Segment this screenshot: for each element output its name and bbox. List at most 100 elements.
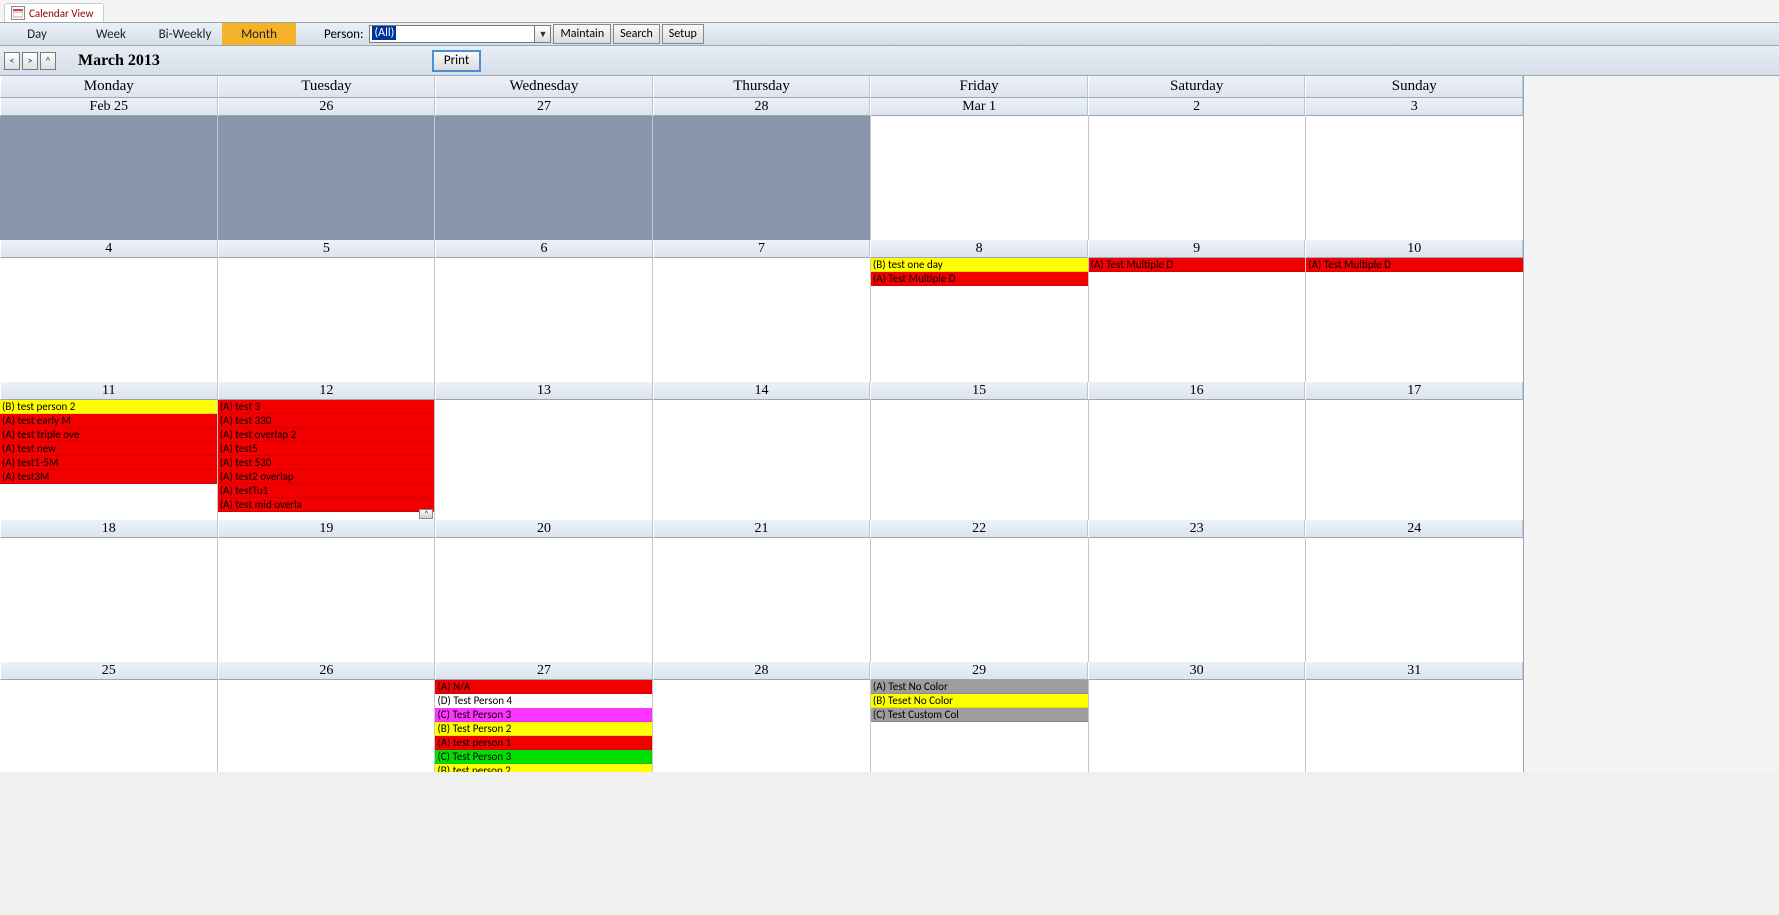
date-cell[interactable]: 28 xyxy=(653,662,871,680)
day-cell[interactable] xyxy=(871,538,1089,662)
date-cell[interactable]: 24 xyxy=(1305,520,1523,538)
calendar-event[interactable]: (D) Test Person 4 xyxy=(435,694,652,708)
calendar-event[interactable]: (A) test3M xyxy=(0,470,217,484)
day-cell[interactable] xyxy=(218,680,436,772)
view-biweekly[interactable]: Bi-Weekly xyxy=(148,23,222,45)
date-cell[interactable]: 9 xyxy=(1088,240,1306,258)
calendar-event[interactable]: (C) Test Person 3 xyxy=(435,708,652,722)
date-cell[interactable]: 21 xyxy=(653,520,871,538)
overflow-button[interactable]: ˄ xyxy=(419,509,433,519)
day-cell[interactable] xyxy=(0,258,218,382)
calendar-event[interactable]: (B) test person 2 xyxy=(0,400,217,414)
date-cell[interactable]: 3 xyxy=(1305,98,1523,116)
calendar-event[interactable]: (A) test triple ove xyxy=(0,428,217,442)
day-cell[interactable] xyxy=(0,680,218,772)
view-week[interactable]: Week xyxy=(74,23,148,45)
calendar-event[interactable]: (A) test 330 xyxy=(218,414,435,428)
calendar-event[interactable]: (A) Test Multiple D xyxy=(1306,258,1523,272)
date-cell[interactable]: Mar 1 xyxy=(870,98,1088,116)
day-cell[interactable]: (A) N/A(D) Test Person 4(C) Test Person … xyxy=(435,680,653,772)
day-cell[interactable] xyxy=(653,116,871,240)
date-cell[interactable]: 22 xyxy=(870,520,1088,538)
calendar-event[interactable]: (B) Teset No Color xyxy=(871,694,1088,708)
day-cell[interactable] xyxy=(653,400,871,520)
calendar-event[interactable]: (A) Test Multiple D xyxy=(871,272,1088,286)
day-cell[interactable] xyxy=(1089,400,1307,520)
nav-prev-button[interactable]: < xyxy=(4,52,20,70)
view-day[interactable]: Day xyxy=(0,23,74,45)
date-cell[interactable]: 20 xyxy=(435,520,653,538)
day-cell[interactable] xyxy=(1306,400,1523,520)
date-cell[interactable]: 6 xyxy=(435,240,653,258)
calendar-event[interactable]: (A) test5 xyxy=(218,442,435,456)
date-cell[interactable]: 19 xyxy=(218,520,436,538)
day-cell[interactable] xyxy=(435,538,653,662)
day-cell[interactable] xyxy=(1306,116,1523,240)
day-cell[interactable] xyxy=(435,258,653,382)
date-cell[interactable]: 25 xyxy=(0,662,218,680)
day-cell[interactable] xyxy=(653,258,871,382)
day-cell[interactable] xyxy=(1089,538,1307,662)
date-cell[interactable]: 18 xyxy=(0,520,218,538)
day-cell[interactable] xyxy=(435,400,653,520)
day-cell[interactable] xyxy=(871,400,1089,520)
day-cell[interactable] xyxy=(653,538,871,662)
date-cell[interactable]: 27 xyxy=(435,98,653,116)
date-cell[interactable]: 26 xyxy=(218,98,436,116)
setup-button[interactable]: Setup xyxy=(662,24,704,44)
date-cell[interactable]: 5 xyxy=(218,240,436,258)
day-cell[interactable]: (A) Test No Color(B) Teset No Color(C) T… xyxy=(871,680,1089,772)
calendar-event[interactable]: (A) test overlap 2 xyxy=(218,428,435,442)
date-cell[interactable]: Feb 25 xyxy=(0,98,218,116)
person-dropdown-button[interactable]: ▼ xyxy=(535,25,551,43)
calendar-event[interactable]: (A) test mid overla xyxy=(218,498,435,512)
date-cell[interactable]: 15 xyxy=(870,382,1088,400)
date-cell[interactable]: 30 xyxy=(1088,662,1306,680)
day-cell[interactable] xyxy=(1306,680,1523,772)
date-cell[interactable]: 4 xyxy=(0,240,218,258)
date-cell[interactable]: 14 xyxy=(653,382,871,400)
day-cell[interactable] xyxy=(218,116,436,240)
calendar-event[interactable]: (A) Test Multiple D xyxy=(1089,258,1306,272)
date-cell[interactable]: 31 xyxy=(1305,662,1523,680)
date-cell[interactable]: 10 xyxy=(1305,240,1523,258)
calendar-event[interactable]: (A) test2 overlap xyxy=(218,470,435,484)
day-cell[interactable]: (A) Test Multiple D xyxy=(1089,258,1307,382)
tab-calendar-view[interactable]: Calendar View xyxy=(4,3,104,22)
calendar-event[interactable]: (A) test early M xyxy=(0,414,217,428)
search-button[interactable]: Search xyxy=(613,24,660,44)
day-cell[interactable] xyxy=(1306,538,1523,662)
date-cell[interactable]: 26 xyxy=(218,662,436,680)
calendar-event[interactable]: (A) test1-5M xyxy=(0,456,217,470)
date-cell[interactable]: 11 xyxy=(0,382,218,400)
day-cell[interactable]: (B) test person 2(A) test early M(A) tes… xyxy=(0,400,218,520)
day-cell[interactable] xyxy=(871,116,1089,240)
calendar-event[interactable]: (A) Test No Color xyxy=(871,680,1088,694)
print-button[interactable]: Print xyxy=(432,50,481,72)
calendar-event[interactable]: (A) test 3 xyxy=(218,400,435,414)
date-cell[interactable]: 17 xyxy=(1305,382,1523,400)
date-cell[interactable]: 13 xyxy=(435,382,653,400)
calendar-event[interactable]: (B) test one day xyxy=(871,258,1088,272)
date-cell[interactable]: 12 xyxy=(218,382,436,400)
calendar-event[interactable]: (A) testTu1 xyxy=(218,484,435,498)
nav-next-button[interactable]: > xyxy=(22,52,38,70)
calendar-event[interactable]: (C) Test Custom Col xyxy=(871,708,1088,722)
maintain-button[interactable]: Maintain xyxy=(553,24,611,44)
day-cell[interactable]: (B) test one day(A) Test Multiple D xyxy=(871,258,1089,382)
day-cell[interactable] xyxy=(653,680,871,772)
date-cell[interactable]: 2 xyxy=(1088,98,1306,116)
day-cell[interactable] xyxy=(1089,116,1307,240)
date-cell[interactable]: 7 xyxy=(653,240,871,258)
view-month[interactable]: Month xyxy=(222,23,296,45)
calendar-event[interactable]: (B) test person 2 xyxy=(435,764,652,772)
day-cell[interactable] xyxy=(1089,680,1307,772)
calendar-event[interactable]: (A) test new xyxy=(0,442,217,456)
calendar-event[interactable]: (C) Test Person 3 xyxy=(435,750,652,764)
calendar-event[interactable]: (A) N/A xyxy=(435,680,652,694)
date-cell[interactable]: 23 xyxy=(1088,520,1306,538)
calendar-event[interactable]: (A) test 530 xyxy=(218,456,435,470)
day-cell[interactable]: (A) Test Multiple D xyxy=(1306,258,1523,382)
day-cell[interactable] xyxy=(218,258,436,382)
day-cell[interactable] xyxy=(0,116,218,240)
